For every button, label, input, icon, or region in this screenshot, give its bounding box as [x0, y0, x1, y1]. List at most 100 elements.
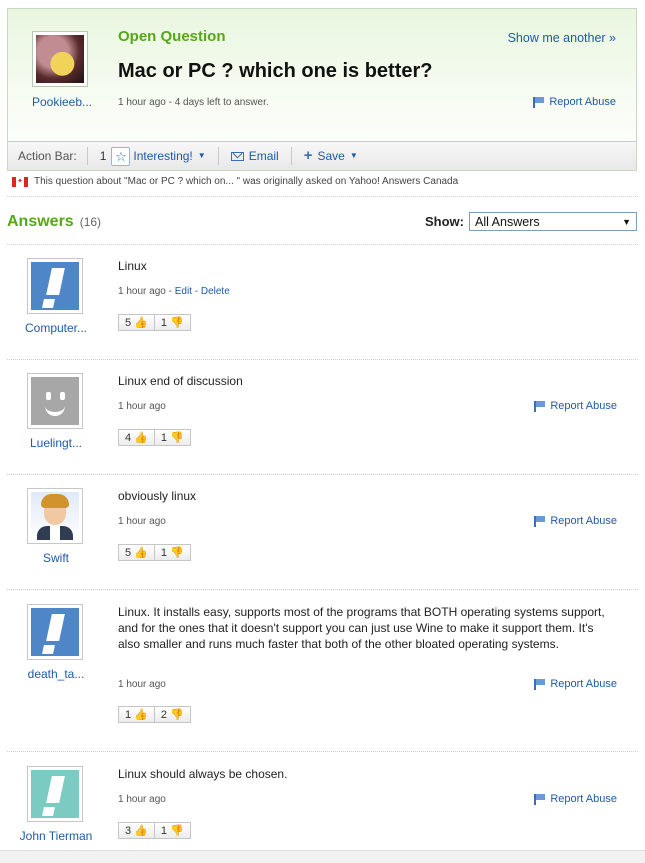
- thumbs-up-button[interactable]: 4 👍: [119, 430, 154, 445]
- mail-icon: [230, 151, 244, 161]
- answer-text: Linux end of discussion: [118, 374, 243, 388]
- thumbs-up-count: 4: [125, 431, 132, 444]
- thumbs-up-button[interactable]: 5 👍: [119, 315, 154, 330]
- thumbs-down-button[interactable]: 1 👎: [153, 430, 190, 445]
- user-avatar[interactable]: [27, 604, 83, 660]
- flag-icon: [534, 793, 545, 805]
- user-name-link[interactable]: death_ta...: [13, 667, 99, 681]
- user-name-link[interactable]: Luelingt...: [13, 436, 99, 450]
- divider: [7, 359, 638, 360]
- vote-buttons: 5 👍 1 👎: [118, 544, 191, 561]
- thumbs-down-icon: 👎: [169, 825, 184, 837]
- question-box: Pookieeb... Open Question Mac or PC ? wh…: [7, 8, 637, 171]
- report-abuse-link[interactable]: Report Abuse: [534, 793, 617, 805]
- vote-buttons: 4 👍 1 👎: [118, 429, 191, 446]
- delete-link[interactable]: Delete: [201, 286, 230, 297]
- flag-icon: [533, 96, 544, 108]
- divider: [7, 244, 638, 245]
- report-abuse-label: Report Abuse: [550, 515, 617, 527]
- report-abuse-label: Report Abuse: [549, 96, 616, 108]
- answer-time: 1 hour ago: [118, 286, 166, 297]
- plus-icon: +: [303, 147, 313, 164]
- user-name-link[interactable]: Swift: [13, 551, 99, 565]
- answer-text: Linux: [118, 259, 147, 273]
- question-meta: 1 hour ago - 4 days left to answer.: [118, 97, 269, 108]
- thumbs-up-icon: 👍: [134, 825, 148, 837]
- answers-title: Answers: [7, 213, 74, 230]
- thumbs-up-icon: 👍: [134, 709, 148, 721]
- thumbs-down-button[interactable]: 2 👎: [153, 707, 190, 722]
- answer-text: Linux should always be chosen.: [118, 767, 288, 781]
- thumbs-down-count: 1: [160, 824, 167, 837]
- thumbs-up-count: 5: [125, 316, 132, 329]
- thumbs-up-icon: 👍: [134, 547, 148, 559]
- action-bar: Action Bar: 1 ☆ Interesting! ▼ Email + S…: [8, 141, 636, 170]
- thumbs-down-icon: 👎: [169, 317, 184, 329]
- save-button[interactable]: + Save ▼: [292, 147, 370, 165]
- flag-icon: [534, 515, 545, 527]
- edit-link[interactable]: Edit: [175, 286, 192, 297]
- thumbs-up-button[interactable]: 1 👍: [119, 707, 154, 722]
- thumbs-up-count: 1: [125, 708, 132, 721]
- answer-time: 1 hour ago: [118, 794, 166, 805]
- thumbs-down-button[interactable]: 1 👎: [153, 823, 190, 838]
- user-avatar[interactable]: [27, 373, 83, 429]
- star-icon: ☆: [111, 146, 131, 166]
- canada-flag-icon: ✦: [12, 176, 28, 187]
- report-abuse-link[interactable]: Report Abuse: [534, 678, 617, 690]
- thumbs-down-count: 1: [160, 316, 167, 329]
- user-avatar[interactable]: [27, 258, 83, 314]
- thumbs-down-button[interactable]: 1 👎: [153, 545, 190, 560]
- thumbs-down-count: 1: [160, 431, 167, 444]
- action-bar-label: Action Bar:: [8, 147, 88, 165]
- asker-name-link[interactable]: Pookieeb...: [22, 95, 102, 109]
- thumbs-down-count: 1: [160, 546, 167, 559]
- answer-time: 1 hour ago: [118, 679, 166, 690]
- user-avatar[interactable]: [27, 766, 83, 822]
- interesting-button[interactable]: 1 ☆ Interesting! ▼: [88, 146, 219, 166]
- report-abuse-label: Report Abuse: [550, 400, 617, 412]
- thumbs-up-icon: 👍: [134, 432, 148, 444]
- thumbs-down-count: 2: [160, 708, 167, 721]
- question-status: Open Question: [118, 28, 226, 45]
- report-abuse-link[interactable]: Report Abuse: [534, 400, 617, 412]
- report-abuse-link[interactable]: Report Abuse: [534, 515, 617, 527]
- answer-time: 1 hour ago: [118, 516, 166, 527]
- window-bottom-bar: [0, 850, 645, 863]
- show-select[interactable]: All Answers ▼: [469, 212, 637, 231]
- thumbs-up-icon: 👍: [134, 317, 148, 329]
- user-name-link[interactable]: Computer...: [13, 321, 99, 335]
- thumbs-down-button[interactable]: 1 👎: [153, 315, 190, 330]
- vote-buttons: 5 👍 1 👎: [118, 314, 191, 331]
- interesting-count: 1: [99, 149, 107, 163]
- answers-header: Answers (16): [7, 213, 101, 231]
- email-label: Email: [248, 149, 279, 163]
- thumbs-up-button[interactable]: 3 👍: [119, 823, 154, 838]
- user-avatar[interactable]: [27, 488, 83, 544]
- thumbs-down-icon: 👎: [169, 547, 184, 559]
- flag-icon: [534, 400, 545, 412]
- answer-meta: 1 hour ago - Edit - Delete: [118, 286, 230, 297]
- show-filter: Show: All Answers ▼: [425, 212, 637, 231]
- divider: [7, 589, 638, 590]
- report-abuse-link-question[interactable]: Report Abuse: [533, 96, 616, 108]
- vote-buttons: 1 👍 2 👎: [118, 706, 191, 723]
- thumbs-up-button[interactable]: 5 👍: [119, 545, 154, 560]
- answers-count: (16): [79, 215, 102, 229]
- show-label: Show:: [425, 214, 464, 229]
- thumbs-up-count: 3: [125, 824, 132, 837]
- email-button[interactable]: Email: [219, 147, 292, 165]
- asker-avatar[interactable]: [32, 31, 88, 87]
- question-title: Mac or PC ? which one is better?: [118, 60, 433, 82]
- answer-time: 1 hour ago: [118, 401, 166, 412]
- show-me-another-link[interactable]: Show me another »: [508, 31, 616, 45]
- flag-icon: [534, 678, 545, 690]
- divider: [7, 196, 638, 197]
- chevron-down-icon: ▼: [197, 151, 206, 160]
- thumbs-down-icon: 👎: [169, 432, 184, 444]
- vote-buttons: 3 👍 1 👎: [118, 822, 191, 839]
- divider: [7, 474, 638, 475]
- report-abuse-label: Report Abuse: [550, 793, 617, 805]
- thumbs-down-icon: 👎: [169, 709, 184, 721]
- chevron-down-icon: ▼: [349, 151, 358, 160]
